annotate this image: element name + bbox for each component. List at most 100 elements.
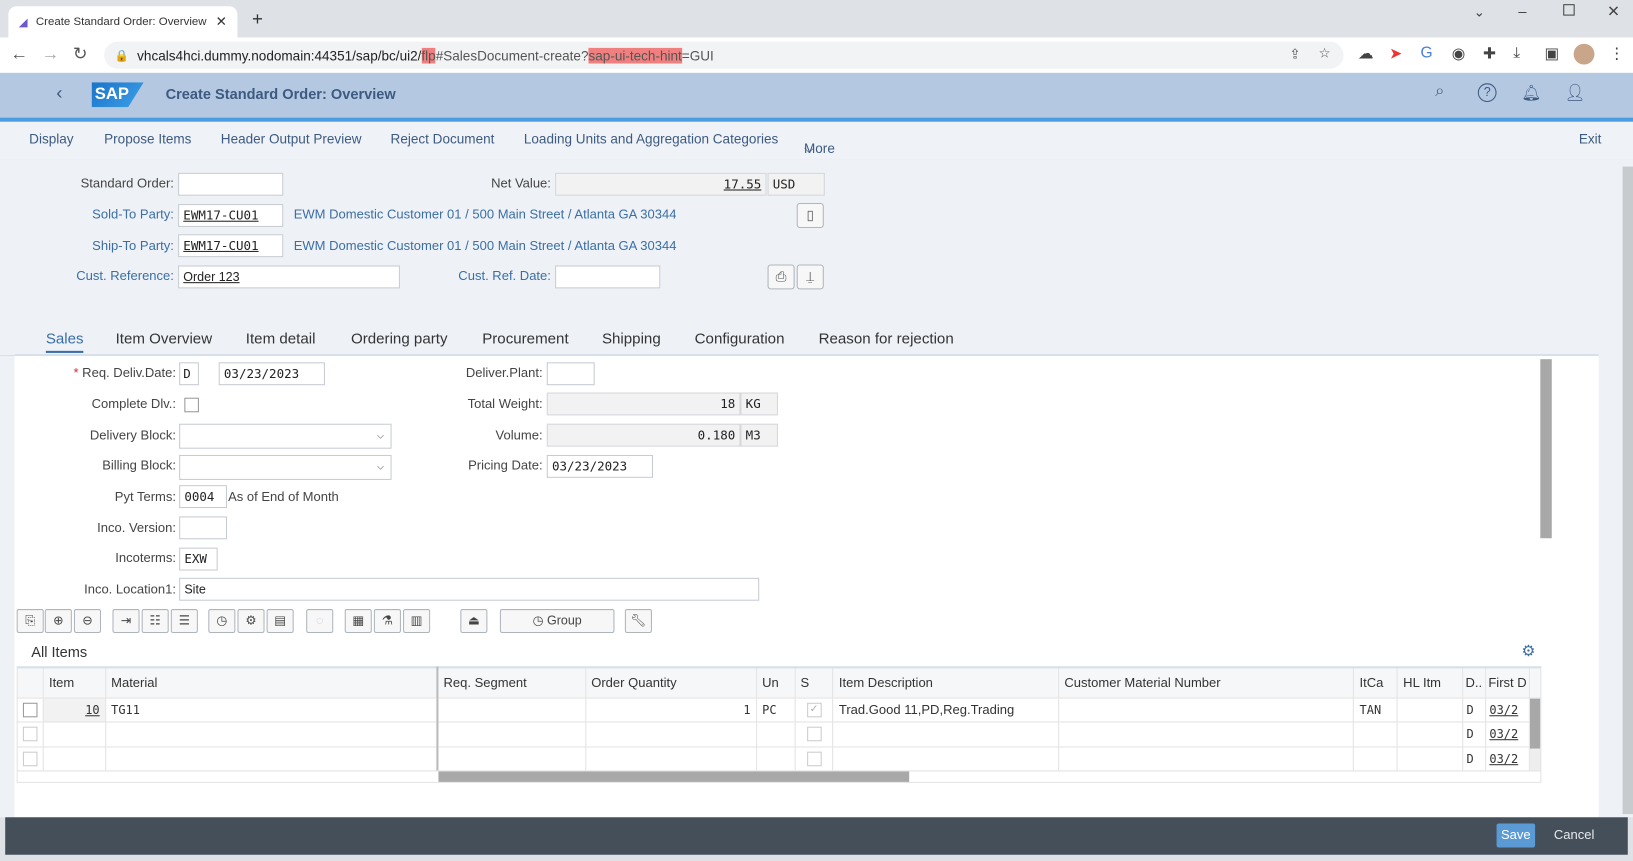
complete-dlv-checkbox[interactable] bbox=[184, 397, 199, 413]
unit-cell[interactable] bbox=[755, 721, 796, 747]
unit-cell[interactable] bbox=[755, 745, 796, 772]
tab-ordering-party[interactable]: Ordering party bbox=[351, 331, 448, 348]
page-scrollbar[interactable] bbox=[1622, 166, 1633, 815]
table-row[interactable]: 10 TG11 1 PC ✓ Trad.Good 11,PD,Reg.Tradi… bbox=[16, 697, 1542, 772]
item-number[interactable]: 10 bbox=[42, 697, 106, 723]
extension-icon[interactable]: ➤ bbox=[1389, 44, 1402, 63]
delivery-block-select[interactable]: ⌵ bbox=[179, 423, 392, 449]
download-icon[interactable]: ⤓ bbox=[1513, 44, 1520, 62]
tab-sales[interactable]: Sales bbox=[45, 331, 84, 353]
req-segment-cell[interactable] bbox=[436, 745, 587, 772]
browser-menu-icon[interactable]: ⋮ bbox=[1609, 44, 1625, 63]
search-icon[interactable]: ⌕ bbox=[1435, 82, 1444, 101]
group-button[interactable]: ◷ Group bbox=[499, 609, 615, 633]
pyt-terms-input[interactable]: 0004 bbox=[179, 485, 228, 509]
s-checkbox-checked[interactable]: ✓ bbox=[806, 702, 822, 718]
bookmark-star-icon[interactable]: ☆ bbox=[1318, 45, 1330, 62]
req-segment-cell[interactable] bbox=[436, 721, 587, 747]
cancel-button[interactable]: Cancel bbox=[1554, 828, 1595, 843]
cust-reference-input[interactable]: Order 123 bbox=[178, 265, 400, 289]
column-header-item[interactable]: Item bbox=[42, 666, 106, 699]
deliver-plant-input[interactable] bbox=[546, 362, 595, 386]
password-extension-icon[interactable]: ◉ bbox=[1452, 44, 1466, 63]
notifications-bell-icon[interactable]: 🔔︎ bbox=[1522, 83, 1542, 102]
pricing-date-input[interactable]: 03/23/2023 bbox=[546, 454, 653, 478]
close-tab-icon[interactable]: ✕ bbox=[216, 14, 227, 31]
tab-item-detail[interactable]: Item detail bbox=[246, 331, 316, 348]
d-cell[interactable]: D bbox=[1462, 721, 1487, 747]
structure-icon-button[interactable]: ⚗ bbox=[373, 609, 401, 633]
item-number[interactable] bbox=[42, 745, 106, 772]
deselect-all-icon-button[interactable]: ☰ bbox=[170, 609, 198, 633]
customer-material-cell[interactable] bbox=[1058, 697, 1355, 723]
select-all-icon-button[interactable]: ☷ bbox=[141, 609, 169, 633]
column-header-customer-material-number[interactable]: Customer Material Number bbox=[1058, 666, 1355, 699]
column-header-s[interactable]: S bbox=[794, 666, 834, 699]
insert-rows-icon-button[interactable]: ⇥ bbox=[112, 609, 140, 633]
add-item-icon-button[interactable]: ⊕ bbox=[44, 609, 72, 633]
d-cell[interactable]: D bbox=[1462, 745, 1487, 772]
material-cell[interactable] bbox=[104, 721, 439, 747]
save-button[interactable]: Save bbox=[1496, 823, 1536, 848]
display-document-icon-button[interactable]: ⎙ bbox=[767, 264, 795, 290]
unit-cell[interactable]: PC bbox=[755, 697, 796, 723]
minimize-icon[interactable]: – bbox=[1518, 3, 1526, 20]
material-cell[interactable]: TG11 bbox=[104, 697, 439, 723]
column-header-req-segment[interactable]: Req. Segment bbox=[436, 666, 587, 699]
reload-icon[interactable]: ↻ bbox=[73, 44, 88, 65]
itca-cell[interactable]: TAN bbox=[1353, 697, 1398, 723]
hierarchy-icon-button[interactable]: ⏏ bbox=[460, 609, 488, 633]
standard-order-input[interactable] bbox=[178, 172, 284, 196]
tab-procurement[interactable]: Procurement bbox=[482, 331, 568, 348]
remove-item-icon-button[interactable]: ⊖ bbox=[73, 609, 102, 633]
close-window-icon[interactable]: ✕ bbox=[1607, 2, 1620, 21]
help-icon[interactable]: ? bbox=[1477, 83, 1497, 103]
document-icon-button[interactable]: ▯ bbox=[796, 203, 824, 229]
column-header-hl-itm[interactable]: HL Itm bbox=[1396, 666, 1464, 699]
order-quantity-cell[interactable] bbox=[584, 745, 757, 772]
item-description-cell[interactable] bbox=[832, 745, 1060, 772]
req-deliv-date-input[interactable]: 03/23/2023 bbox=[218, 362, 325, 386]
inco-location-input[interactable]: Site bbox=[179, 577, 760, 601]
back-nav-icon[interactable]: ‹ bbox=[56, 82, 62, 104]
first-date-cell[interactable]: 03/2 bbox=[1485, 697, 1530, 723]
sold-to-party-label[interactable]: Sold-To Party: bbox=[21, 207, 174, 222]
s-checkbox[interactable] bbox=[806, 726, 822, 742]
d-cell[interactable]: D bbox=[1462, 697, 1487, 723]
puzzle-extensions-icon[interactable]: ✚ bbox=[1483, 44, 1496, 63]
table-horizontal-scrollbar[interactable] bbox=[438, 771, 910, 782]
column-header-d[interactable]: D.. bbox=[1462, 666, 1487, 699]
tab-search-chevron-icon[interactable]: ⌄ bbox=[1474, 4, 1485, 21]
cust-reference-label[interactable]: Cust. Reference: bbox=[21, 269, 174, 284]
material-cell[interactable] bbox=[104, 745, 439, 772]
settings-wrench-icon-button[interactable]: 🔧︎ bbox=[624, 609, 652, 633]
profile-avatar[interactable] bbox=[1573, 43, 1595, 65]
first-date-cell[interactable]: 03/2 bbox=[1485, 745, 1530, 772]
share-icon[interactable]: ⇪ bbox=[1289, 46, 1300, 63]
translate-icon[interactable]: G bbox=[1421, 44, 1433, 62]
sold-to-party-input[interactable]: EWM17-CU01 bbox=[178, 204, 284, 227]
exit-button[interactable]: Exit bbox=[1579, 131, 1602, 147]
customer-material-cell[interactable] bbox=[1058, 745, 1355, 772]
table-row[interactable]: D 03/2 bbox=[16, 745, 1541, 772]
panel-scrollbar[interactable] bbox=[1540, 359, 1552, 539]
billing-block-select[interactable]: ⌵ bbox=[179, 454, 392, 480]
item-description-cell[interactable] bbox=[832, 721, 1060, 747]
tab-shipping[interactable]: Shipping bbox=[602, 331, 661, 348]
maximize-icon[interactable] bbox=[1563, 4, 1575, 16]
select-column-header[interactable] bbox=[16, 666, 44, 699]
table-row[interactable]: D 03/2 bbox=[16, 721, 1541, 747]
column-header-itca[interactable]: ItCa bbox=[1353, 666, 1398, 699]
cust-ref-date-input[interactable] bbox=[555, 265, 661, 289]
header-output-preview-button[interactable]: Header Output Preview bbox=[221, 131, 362, 147]
table-vertical-scrollbar[interactable] bbox=[1530, 698, 1540, 749]
column-header-first-date[interactable]: First D bbox=[1485, 666, 1530, 699]
customer-material-cell[interactable] bbox=[1058, 721, 1355, 747]
table-settings-gear-icon[interactable]: ⚙ bbox=[1522, 641, 1536, 660]
column-header-material[interactable]: Material bbox=[104, 666, 439, 699]
order-quantity-cell[interactable]: 1 bbox=[584, 697, 757, 723]
browser-tab[interactable]: ◢ Create Standard Order: Overview ✕ bbox=[8, 6, 238, 38]
batch-icon-button[interactable]: ▥ bbox=[403, 609, 431, 633]
new-tab-icon[interactable]: + bbox=[252, 8, 263, 30]
tab-configuration[interactable]: Configuration bbox=[695, 331, 785, 348]
